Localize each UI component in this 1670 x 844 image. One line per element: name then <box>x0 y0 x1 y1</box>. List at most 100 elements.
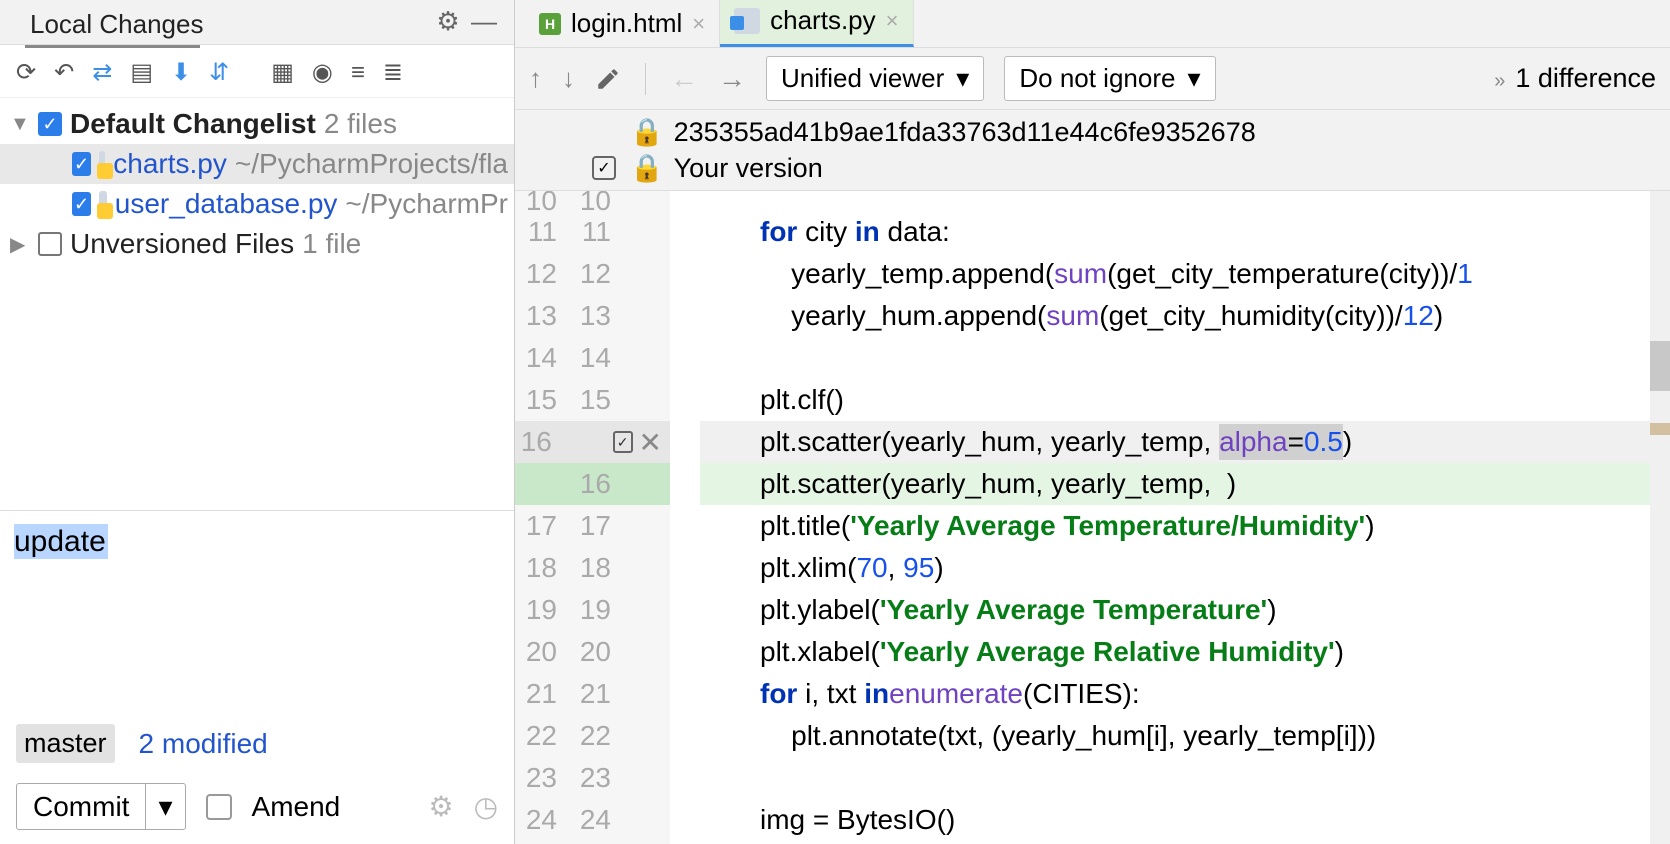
commit-row: Commit ▾ Amend ⚙ ◷ <box>0 769 514 844</box>
viewer-mode-dropdown[interactable]: Unified viewer ▾ <box>766 56 984 101</box>
include-all-checkbox[interactable]: ✓ <box>592 156 616 180</box>
default-changelist-node[interactable]: ▼ ✓ Default Changelist 2 files <box>0 104 514 144</box>
changelist-checkbox[interactable]: ✓ <box>38 112 62 136</box>
python-file-icon <box>99 191 107 217</box>
code-line[interactable]: plt.xlim(70, 95) <box>700 547 1650 589</box>
tab-charts-py[interactable]: charts.py × <box>720 0 913 47</box>
html-file-icon: H <box>539 13 561 35</box>
changelist-label: Default Changelist <box>70 108 316 140</box>
code-line[interactable]: plt.clf() <box>700 379 1650 421</box>
unversioned-count: 1 file <box>302 228 361 260</box>
code-line[interactable]: plt.scatter(yearly_hum, yearly_temp, ) <box>700 463 1650 505</box>
file-path: ~/PycharmProjects/fla <box>235 148 508 180</box>
file-name: user_database.py <box>115 188 338 220</box>
diff-marker[interactable] <box>1650 423 1670 435</box>
panel-title: Local Changes <box>30 9 430 40</box>
revert-hunk-icon[interactable]: ✕ <box>639 426 662 459</box>
code-line[interactable]: yearly_temp.append(sum(get_city_temperat… <box>700 253 1650 295</box>
changelist-count: 2 files <box>324 108 397 140</box>
forward-arrow-icon[interactable]: → <box>718 63 746 95</box>
minimize-icon[interactable]: — <box>466 6 502 42</box>
back-arrow-icon[interactable]: ← <box>670 63 698 95</box>
amend-label: Amend <box>252 791 341 823</box>
branch-status[interactable]: 2 modified <box>139 728 268 760</box>
unversioned-node[interactable]: ▶ Unversioned Files 1 file <box>0 224 514 264</box>
code-line[interactable]: img = BytesIO() <box>700 799 1650 841</box>
code-line[interactable]: plt.ylabel('Yearly Average Temperature') <box>700 589 1650 631</box>
code-column[interactable]: for city in data: yearly_temp.append(sum… <box>700 191 1650 844</box>
file-row-userdb[interactable]: ✓ user_database.py ~/PycharmPr <box>0 184 514 224</box>
python-file-icon <box>734 8 760 34</box>
expand-arrow-icon[interactable]: ▶ <box>10 232 30 257</box>
branch-row: master 2 modified <box>0 718 514 769</box>
revision-hash: 235355ad41b9ae1fda33763d11e44c6fe9352678 <box>674 117 1256 148</box>
overview-ruler[interactable] <box>1650 191 1670 844</box>
diff-count: »1 difference <box>1494 63 1656 94</box>
commit-message-input[interactable]: update <box>0 510 514 573</box>
revision-header: ✓ 🔒 235355ad41b9ae1fda33763d11e44c6fe9352… <box>515 110 1670 191</box>
code-line[interactable]: plt.xlabel('Yearly Average Relative Humi… <box>700 631 1650 673</box>
tab-login-html[interactable]: H login.html × <box>525 0 720 47</box>
close-icon[interactable]: × <box>692 11 705 37</box>
show-icon[interactable]: ◉ <box>312 58 333 87</box>
editor-tabs: H login.html × charts.py × <box>515 0 1670 48</box>
code-line[interactable]: for i, txt in enumerate(CITIES): <box>700 673 1650 715</box>
shelve-icon[interactable]: ⬇ <box>171 58 191 87</box>
code-line[interactable]: plt.title('Yearly Average Temperature/Hu… <box>700 505 1650 547</box>
code-line[interactable] <box>700 191 1650 211</box>
collapse-icon[interactable]: ≣ <box>383 58 403 87</box>
include-hunk-checkbox[interactable]: ✓ <box>613 431 633 453</box>
gear-icon[interactable]: ⚙ <box>428 790 453 823</box>
history-icon[interactable]: ◷ <box>474 790 498 823</box>
separator <box>645 63 646 95</box>
changelist-icon[interactable]: ▤ <box>130 58 153 87</box>
amend-checkbox[interactable] <box>206 794 232 820</box>
code-line[interactable]: for city in data: <box>700 211 1650 253</box>
close-icon[interactable]: × <box>886 8 899 34</box>
line-gutter[interactable]: 10101111121213131414151516✓✕161717181819… <box>515 191 670 844</box>
panel-header: Local Changes ⚙ — <box>0 0 514 45</box>
code-line[interactable] <box>700 337 1650 379</box>
changes-toolbar: ⟳ ↶ ⇄ ▤ ⬇ ⇵ ▦ ◉ ≡ ≣ <box>0 48 514 98</box>
next-diff-icon[interactable]: ↓ <box>562 63 575 94</box>
scroll-thumb[interactable] <box>1650 341 1670 391</box>
expand-arrow-icon[interactable]: ▼ <box>10 113 30 136</box>
code-line[interactable] <box>700 757 1650 799</box>
refresh-icon[interactable]: ⟳ <box>16 58 36 87</box>
editor-panel: H login.html × charts.py × ↑ ↓ ← → Unifi… <box>515 0 1670 844</box>
file-row-charts[interactable]: ✓ charts.py ~/PycharmProjects/fla <box>0 144 514 184</box>
diff-toolbar: ↑ ↓ ← → Unified viewer ▾ Do not ignore ▾… <box>515 48 1670 110</box>
gear-icon[interactable]: ⚙ <box>430 6 466 42</box>
unshelve-icon[interactable]: ⇵ <box>209 58 229 87</box>
tab-label: login.html <box>571 8 682 39</box>
group-icon[interactable]: ▦ <box>271 58 294 87</box>
file-checkbox[interactable]: ✓ <box>72 192 91 216</box>
rollback-icon[interactable]: ↶ <box>54 58 74 87</box>
ignore-mode-dropdown[interactable]: Do not ignore ▾ <box>1004 56 1215 101</box>
diff-code-area: 10101111121213131414151516✓✕161717181819… <box>515 191 1670 844</box>
marker-column <box>670 191 700 844</box>
more-icon[interactable]: » <box>1494 70 1505 92</box>
commit-dropdown-icon[interactable]: ▾ <box>145 784 184 829</box>
lock-icon: 🔒 <box>630 116 664 148</box>
tab-label: charts.py <box>770 5 876 36</box>
file-checkbox[interactable]: ✓ <box>72 152 91 176</box>
edit-icon[interactable] <box>595 66 621 92</box>
commit-button[interactable]: Commit ▾ <box>16 783 186 830</box>
code-line[interactable]: plt.scatter(yearly_hum, yearly_temp, alp… <box>700 421 1650 463</box>
lock-icon: 🔒 <box>630 152 664 184</box>
chevron-down-icon: ▾ <box>1187 63 1200 94</box>
prev-diff-icon[interactable]: ↑ <box>529 63 542 94</box>
python-file-icon <box>99 151 105 177</box>
unversioned-label: Unversioned Files <box>70 228 294 260</box>
expand-icon[interactable]: ≡ <box>351 59 365 87</box>
changes-tree: ▼ ✓ Default Changelist 2 files ✓ charts.… <box>0 98 514 270</box>
chevron-down-icon: ▾ <box>956 63 969 94</box>
branch-name[interactable]: master <box>16 724 115 763</box>
code-line[interactable]: yearly_hum.append(sum(get_city_humidity(… <box>700 295 1650 337</box>
file-path: ~/PycharmPr <box>345 188 508 220</box>
unversioned-checkbox[interactable] <box>38 232 62 256</box>
local-changes-panel: Local Changes ⚙ — ⟳ ↶ ⇄ ▤ ⬇ ⇵ ▦ ◉ ≡ ≣ ▼ … <box>0 0 515 844</box>
code-line[interactable]: plt.annotate(txt, (yearly_hum[i], yearly… <box>700 715 1650 757</box>
diff-icon[interactable]: ⇄ <box>92 58 112 87</box>
